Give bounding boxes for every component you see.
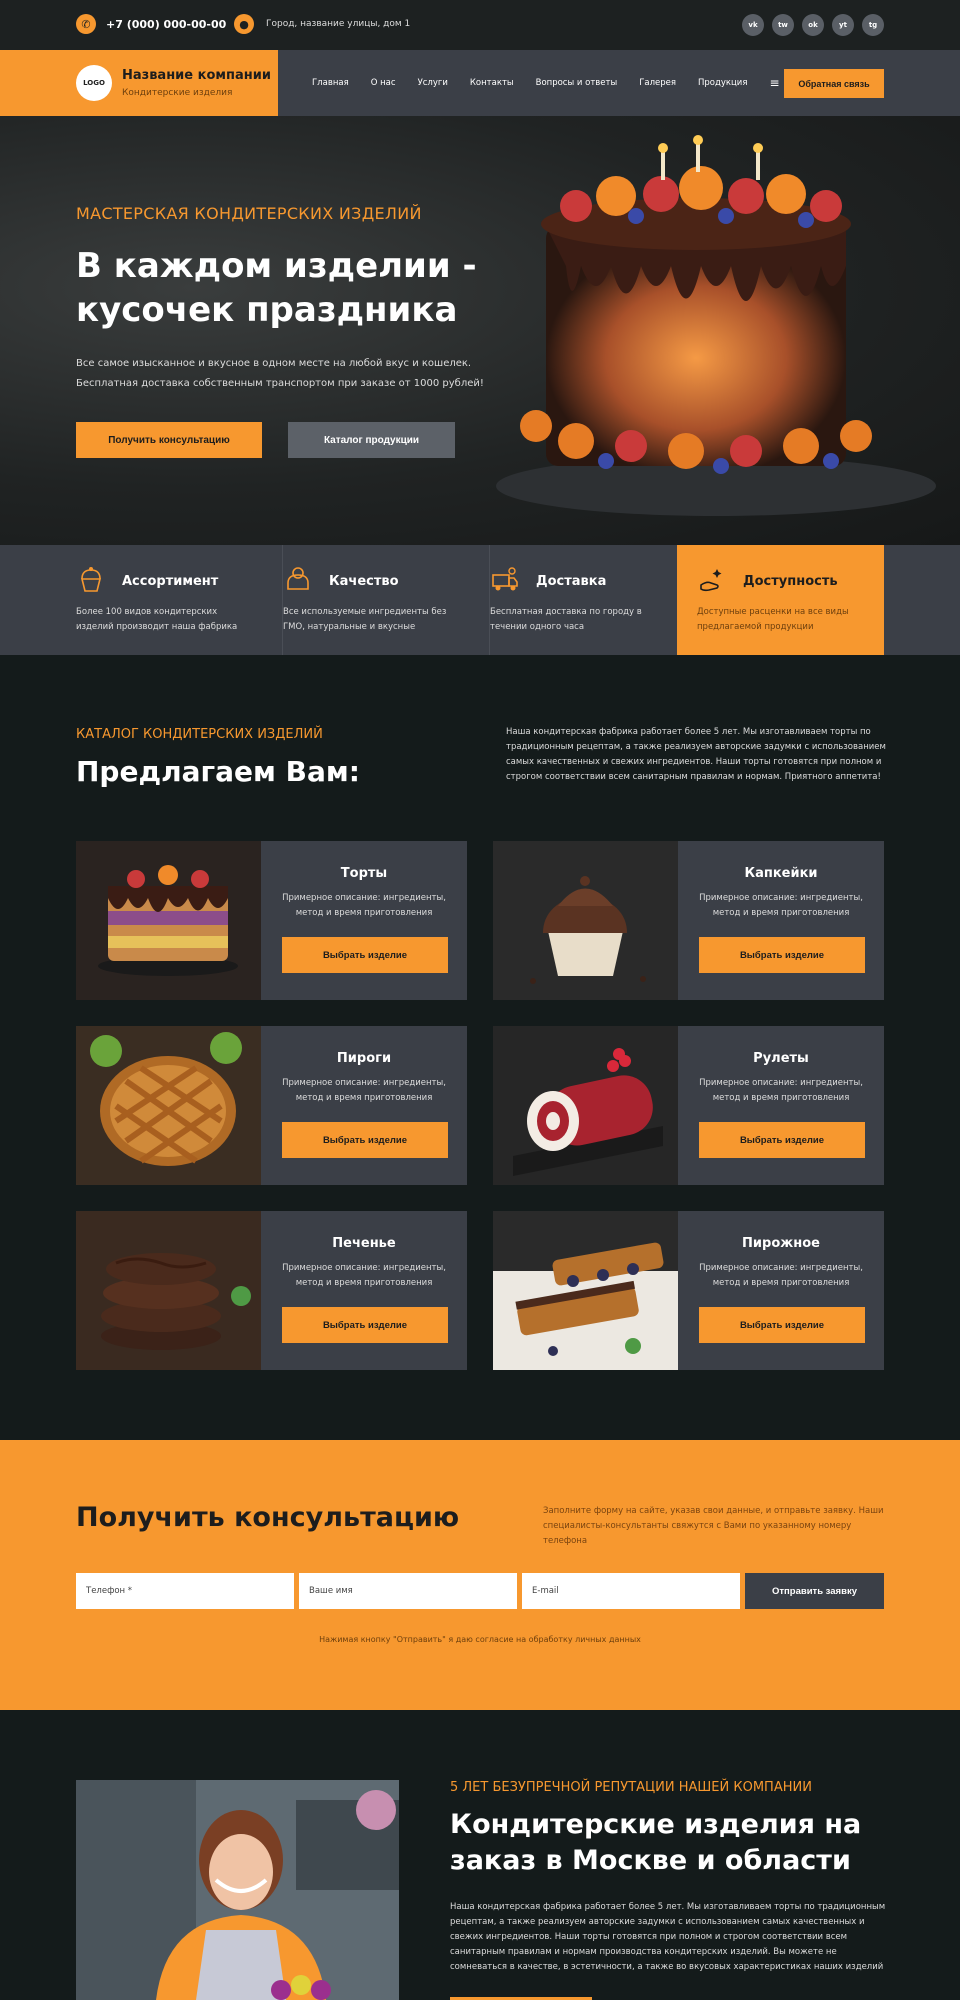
card-description: Примерное описание: ингредиенты, метод и… — [282, 1263, 446, 1288]
catalog-eyebrow: КАТАЛОГ КОНДИТЕРСКИХ ИЗДЕЛИЙ — [76, 727, 323, 742]
hero-eyebrow: МАСТЕРСКАЯ КОНДИТЕРСКИХ ИЗДЕЛИЙ — [76, 204, 422, 223]
card-title: Пирожное — [742, 1236, 820, 1251]
about-title: Кондитерские изделия на заказ в Москве и… — [450, 1809, 862, 1876]
nav-contacts[interactable]: Контакты — [470, 78, 514, 88]
roll-image — [493, 1026, 678, 1185]
feature-title: Доступность — [743, 574, 838, 589]
youtube-icon[interactable]: yt — [832, 14, 854, 36]
baker-photo — [76, 1780, 399, 2000]
hero-title: В каждом изделии - кусочек праздника — [76, 246, 477, 330]
feature-title: Ассортимент — [122, 574, 219, 589]
consult-title: Получить консультацию — [76, 1502, 460, 1533]
product-card-cakes[interactable]: Торты Примерное описание: ингредиенты, м… — [76, 841, 467, 1000]
card-description: Примерное описание: ингредиенты, метод и… — [699, 893, 863, 918]
telegram-icon[interactable]: tg — [862, 14, 884, 36]
odnoklassniki-icon[interactable]: ok — [802, 14, 824, 36]
name-field[interactable] — [299, 1573, 517, 1609]
features-strip: Ассортимент Более 100 видов кондитерских… — [0, 545, 960, 655]
company-name: Название компании — [122, 68, 271, 83]
card-description: Примерное описание: ингредиенты, метод и… — [699, 1263, 863, 1288]
feature-assortment: Ассортимент Более 100 видов кондитерских… — [76, 545, 283, 655]
cookies-image — [76, 1211, 261, 1370]
location-pin-icon: ● — [234, 14, 254, 34]
about-text: Наша кондитерская фабрика работает более… — [450, 1902, 886, 1972]
chef-hat-icon — [287, 567, 309, 590]
product-card-pies[interactable]: Пироги Примерное описание: ингредиенты, … — [76, 1026, 467, 1185]
delivery-truck-icon — [492, 567, 518, 591]
top-bar: ✆ +7 (000) 000-00-00 ⌄ ● Город, название… — [0, 0, 960, 50]
product-card-rolls[interactable]: Рулеты Примерное описание: ингредиенты, … — [493, 1026, 884, 1185]
submit-request-button[interactable]: Отправить заявку — [745, 1573, 884, 1609]
choose-product-button[interactable]: Выбрать изделие — [282, 1307, 448, 1343]
card-title: Пироги — [336, 1051, 392, 1066]
feature-text: Более 100 видов кондитерских изделий про… — [76, 607, 238, 632]
product-card-cupcakes[interactable]: Капкейки Примерное описание: ингредиенты… — [493, 841, 884, 1000]
card-description: Примерное описание: ингредиенты, метод и… — [699, 1078, 863, 1103]
cake-image — [76, 841, 261, 1000]
hero-text: Все самое изысканное и вкусное в одном м… — [76, 358, 484, 389]
choose-product-button[interactable]: Выбрать изделие — [282, 1122, 448, 1158]
pie-image — [76, 1026, 261, 1185]
nav-services[interactable]: Услуги — [418, 78, 448, 88]
address-block: ● Город, название улицы, дом 1 — [234, 14, 410, 34]
about-section: 5 ЛЕТ БЕЗУПРЕЧНОЙ РЕПУТАЦИИ НАШЕЙ КОМПАН… — [0, 1710, 960, 2000]
feature-text: Доступные расценки на все виды предлагае… — [697, 607, 849, 632]
choose-product-button[interactable]: Выбрать изделие — [699, 1307, 865, 1343]
phone-icon: ✆ — [76, 14, 96, 34]
feature-title: Качество — [329, 574, 399, 589]
brand-block[interactable]: LOGO Название компании Кондитерские изде… — [0, 50, 278, 116]
consent-note: Нажимая кнопку "Отправить" я даю согласи… — [319, 1635, 641, 1644]
cupcake-image — [493, 841, 678, 1000]
catalog-title: Предлагаем Вам: — [76, 755, 360, 788]
phone-field[interactable] — [76, 1573, 294, 1609]
consult-button[interactable]: Получить консультацию — [76, 422, 262, 458]
card-title: Рулеты — [753, 1051, 809, 1066]
card-title: Печенье — [332, 1236, 396, 1251]
feedback-button[interactable]: Обратная связь — [784, 69, 884, 98]
feature-delivery: Доставка Бесплатная доставка по городу в… — [490, 545, 697, 655]
menu-icon[interactable]: ≡ — [769, 76, 779, 90]
company-subtitle: Кондитерские изделия — [122, 88, 233, 98]
consult-description: Заполните форму на сайте, указав свои да… — [543, 1506, 884, 1546]
about-eyebrow: 5 ЛЕТ БЕЗУПРЕЧНОЙ РЕПУТАЦИИ НАШЕЙ КОМПАН… — [450, 1780, 812, 1795]
catalog-description: Наша кондитерская фабрика работает более… — [506, 727, 886, 782]
feature-text: Все используемые ингредиенты без ГМО, на… — [283, 607, 447, 632]
nav-faq[interactable]: Вопросы и ответы — [536, 78, 618, 88]
card-description: Примерное описание: ингредиенты, метод и… — [282, 893, 446, 918]
feature-quality: Качество Все используемые ингредиенты бе… — [283, 545, 490, 655]
hero-section: МАСТЕРСКАЯ КОНДИТЕРСКИХ ИЗДЕЛИЙ В каждом… — [0, 116, 960, 545]
consultation-section: Получить консультацию Заполните форму на… — [0, 1440, 960, 1710]
cake-illustration — [496, 135, 936, 516]
social-links: vk tw ok yt tg — [742, 14, 884, 36]
card-title: Капкейки — [744, 866, 818, 881]
nav-about[interactable]: О нас — [371, 78, 396, 88]
feature-text: Бесплатная доставка по городу в течении … — [490, 607, 642, 632]
cupcake-icon — [80, 567, 102, 592]
choose-product-button[interactable]: Выбрать изделие — [699, 937, 865, 973]
nav-products[interactable]: Продукция — [698, 78, 747, 88]
vk-icon[interactable]: vk — [742, 14, 764, 36]
catalog-button[interactable]: Каталог продукции — [288, 422, 455, 458]
catalog-section: КАТАЛОГ КОНДИТЕРСКИХ ИЗДЕЛИЙ Предлагаем … — [0, 655, 960, 1440]
feature-affordability: Доступность Доступные расценки на все ви… — [677, 545, 884, 655]
logo[interactable]: LOGO — [76, 65, 112, 101]
choose-product-button[interactable]: Выбрать изделие — [282, 937, 448, 973]
feature-title: Доставка — [536, 574, 607, 589]
pastry-image — [493, 1211, 678, 1370]
product-card-pastries[interactable]: Пирожное Примерное описание: ингредиенты… — [493, 1211, 884, 1370]
hand-sparkle-icon — [700, 569, 722, 592]
phone-number[interactable]: +7 (000) 000-00-00 — [106, 18, 226, 31]
address-text: Город, название улицы, дом 1 — [266, 19, 411, 29]
email-field[interactable] — [522, 1573, 740, 1609]
nav-gallery[interactable]: Галерея — [639, 78, 676, 88]
card-title: Торты — [340, 866, 388, 881]
card-description: Примерное описание: ингредиенты, метод и… — [282, 1078, 446, 1103]
site-header: LOGO Название компании Кондитерские изде… — [0, 50, 960, 116]
twitter-icon[interactable]: tw — [772, 14, 794, 36]
main-nav: Главная О нас Услуги Контакты Вопросы и … — [312, 50, 780, 116]
nav-home[interactable]: Главная — [312, 78, 349, 88]
phone-block[interactable]: ✆ +7 (000) 000-00-00 ⌄ — [76, 14, 250, 34]
product-card-cookies[interactable]: Печенье Примерное описание: ингредиенты,… — [76, 1211, 467, 1370]
choose-product-button[interactable]: Выбрать изделие — [699, 1122, 865, 1158]
